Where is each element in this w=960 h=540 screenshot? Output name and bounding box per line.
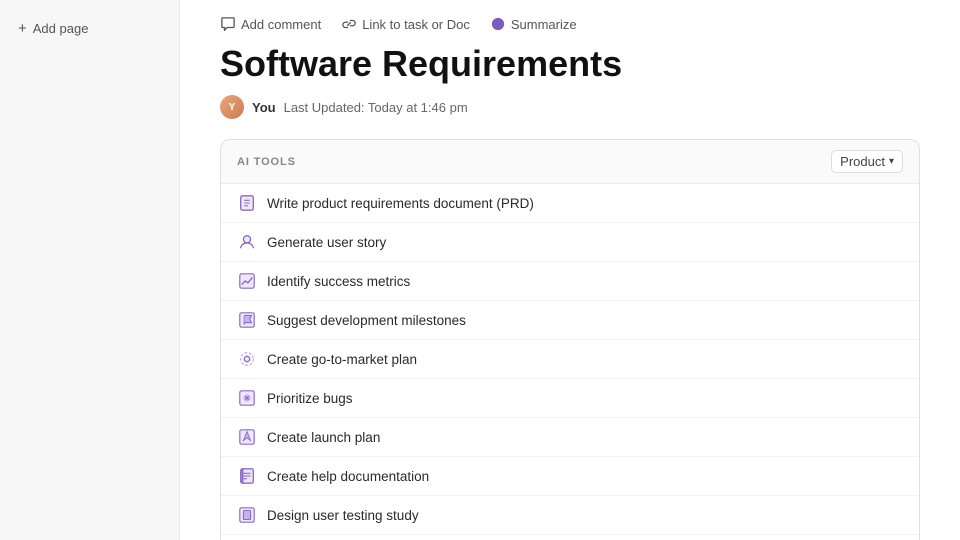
tool-label: Write product requirements document (PRD… (267, 196, 534, 211)
last-updated: Last Updated: Today at 1:46 pm (284, 100, 468, 115)
tool-icon (237, 193, 257, 213)
tool-icon (237, 271, 257, 291)
tool-label: Create launch plan (267, 430, 380, 445)
tool-label: Identify success metrics (267, 274, 410, 289)
tool-list: Write product requirements document (PRD… (221, 184, 919, 540)
add-page-label: Add page (33, 21, 89, 36)
tool-item[interactable]: Create go-to-market plan (221, 340, 919, 379)
tool-item[interactable]: Design user testing study (221, 496, 919, 535)
tool-label: Generate user story (267, 235, 386, 250)
summarize-button[interactable]: Summarize (490, 16, 577, 32)
ai-tools-label: AI TOOLS (237, 156, 296, 168)
tool-item[interactable]: Suggest development milestones (221, 301, 919, 340)
add-comment-label: Add comment (241, 17, 321, 32)
product-dropdown[interactable]: Product ▾ (831, 150, 903, 173)
tool-icon (237, 427, 257, 447)
add-page-button[interactable]: + Add page (12, 16, 94, 41)
tool-item[interactable]: Identify success metrics (221, 262, 919, 301)
chevron-down-icon: ▾ (889, 156, 894, 167)
tool-item[interactable]: Create help documentation (221, 457, 919, 496)
tool-item[interactable]: Prioritize bugs (221, 379, 919, 418)
link-to-task-label: Link to task or Doc (362, 17, 470, 32)
tool-label: Design user testing study (267, 508, 419, 523)
link-icon (341, 16, 357, 32)
author-name: You (252, 100, 276, 115)
add-comment-button[interactable]: Add comment (220, 16, 321, 32)
comment-icon (220, 16, 236, 32)
tool-label: Prioritize bugs (267, 391, 353, 406)
tool-icon (237, 310, 257, 330)
tool-label: Create help documentation (267, 469, 429, 484)
link-to-task-button[interactable]: Link to task or Doc (341, 16, 470, 32)
page-title: Software Requirements (220, 42, 920, 85)
product-dropdown-label: Product (840, 154, 885, 169)
ai-tools-header: AI TOOLS Product ▾ (221, 140, 919, 184)
tool-icon (237, 505, 257, 525)
tool-icon (237, 466, 257, 486)
plus-icon: + (18, 20, 27, 37)
tool-icon (237, 349, 257, 369)
summarize-icon (490, 16, 506, 32)
tool-label: Create go-to-market plan (267, 352, 417, 367)
summarize-label: Summarize (511, 17, 577, 32)
avatar: Y (220, 95, 244, 119)
tool-item[interactable]: Write product requirements document (PRD… (221, 184, 919, 223)
ai-tools-panel: AI TOOLS Product ▾ Write product require… (220, 139, 920, 540)
tool-item[interactable]: Create launch plan (221, 418, 919, 457)
tool-icon (237, 232, 257, 252)
toolbar: Add comment Link to task or Doc Summariz… (220, 16, 920, 32)
meta-row: Y You Last Updated: Today at 1:46 pm (220, 95, 920, 119)
sidebar: + Add page (0, 0, 180, 540)
tool-label: Suggest development milestones (267, 313, 466, 328)
tool-item[interactable]: Generate user story (221, 223, 919, 262)
tool-icon (237, 388, 257, 408)
main-content: Add comment Link to task or Doc Summariz… (180, 0, 960, 540)
tool-item[interactable]: Create market research survey (221, 535, 919, 540)
